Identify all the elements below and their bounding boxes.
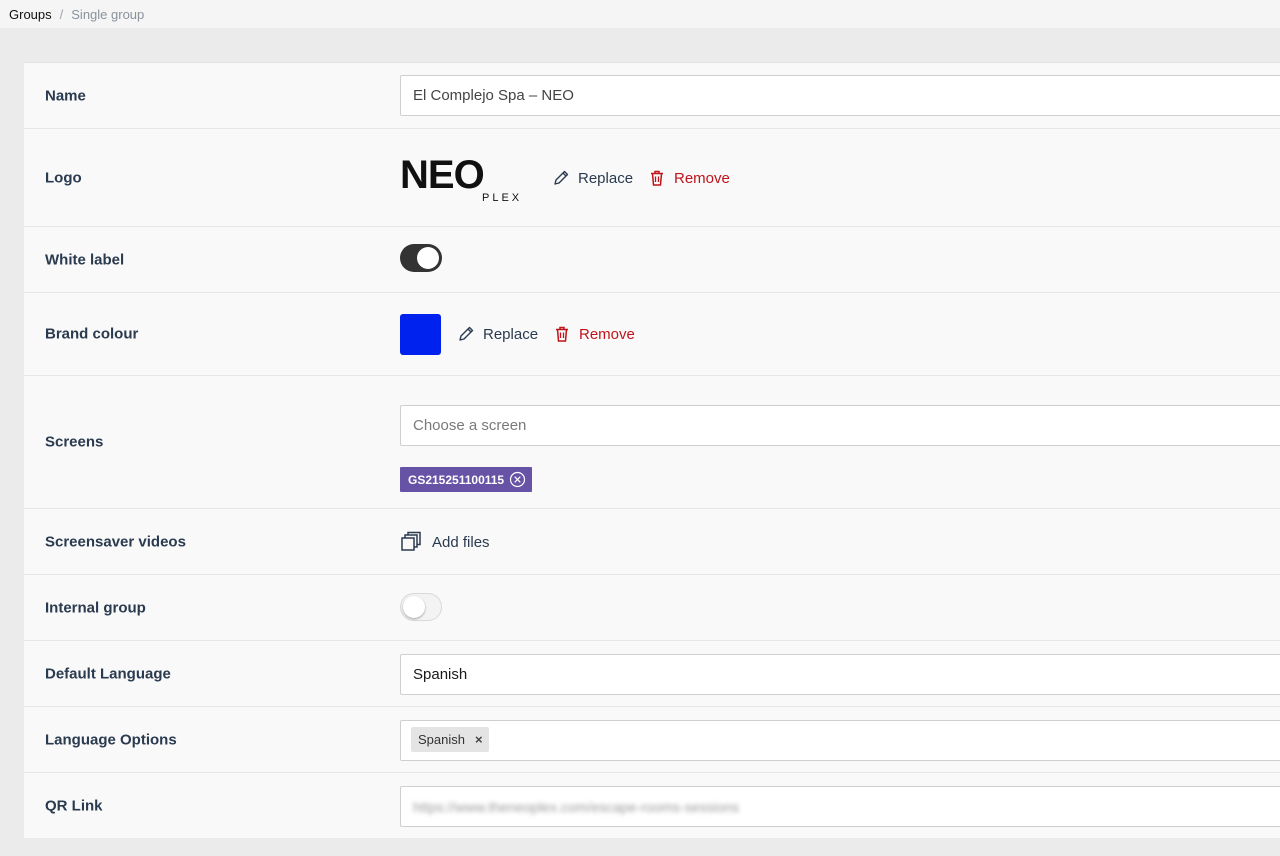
qr-link-label: QR Link — [45, 797, 103, 815]
screensaver-videos-label: Screensaver videos — [45, 533, 186, 550]
brand-colour-replace-button[interactable]: Replace — [457, 325, 538, 343]
screen-chip: GS215251100115 — [400, 467, 533, 492]
language-options-label: Language Options — [45, 731, 177, 748]
brand-colour-replace-label: Replace — [483, 325, 539, 343]
pencil-icon — [459, 326, 474, 341]
trash-icon — [556, 326, 568, 342]
white-label-label: White label — [45, 251, 125, 268]
qr-link-value: https://www.theneoplex.com/escape-rooms-… — [413, 798, 740, 815]
internal-group-row: Internal group — [24, 575, 1280, 641]
internal-group-toggle[interactable] — [400, 593, 442, 621]
pencil-icon — [554, 170, 569, 185]
screen-select[interactable]: Choose a screen — [400, 405, 1280, 446]
language-options-row: Language Options Spanish × — [24, 707, 1280, 773]
white-label-toggle[interactable] — [400, 244, 442, 272]
default-language-label: Default Language — [45, 665, 171, 682]
logo-brand-sub: PLEX — [482, 192, 522, 203]
breadcrumb-separator: / — [59, 6, 64, 22]
breadcrumb: Groups / Single group — [0, 0, 1280, 28]
name-label: Name — [45, 87, 86, 104]
default-language-select[interactable]: Spanish — [400, 654, 1280, 695]
brand-colour-label: Brand colour — [45, 325, 139, 343]
brand-colour-remove-label: Remove — [579, 325, 635, 343]
logo-remove-button[interactable]: Remove — [648, 169, 730, 187]
qr-link-row: QR Link https://www.theneoplex.com/escap… — [24, 773, 1280, 839]
logo-replace-button[interactable]: Replace — [552, 169, 633, 187]
brand-colour-remove-button[interactable]: Remove — [553, 325, 635, 343]
add-files-button[interactable]: Add files — [400, 531, 490, 553]
close-circle-icon[interactable] — [509, 471, 526, 488]
group-form: Name El Complejo Spa – NEO Logo NEO PLEX… — [24, 62, 1280, 838]
toggle-knob — [417, 247, 439, 269]
logo-remove-label: Remove — [674, 169, 730, 187]
name-input[interactable]: El Complejo Spa – NEO — [400, 75, 1280, 116]
internal-group-label: Internal group — [45, 599, 146, 616]
white-label-row: White label — [24, 227, 1280, 293]
language-options-select[interactable]: Spanish × — [400, 720, 1280, 761]
language-chip-remove-icon[interactable]: × — [475, 732, 483, 747]
trash-icon — [651, 170, 663, 186]
qr-link-input[interactable]: https://www.theneoplex.com/escape-rooms-… — [400, 786, 1280, 827]
brand-colour-row: Brand colour Replace Remove — [24, 293, 1280, 376]
logo-brand-text: NEO — [400, 155, 484, 197]
screens-row: Screens Choose a screen GS215251100115 — [24, 376, 1280, 509]
breadcrumb-groups-link[interactable]: Groups — [9, 7, 52, 22]
toggle-knob — [403, 596, 425, 618]
logo-label: Logo — [45, 169, 82, 186]
default-language-row: Default Language Spanish — [24, 641, 1280, 707]
copy-files-icon — [401, 531, 421, 551]
breadcrumb-current: Single group — [71, 6, 145, 22]
name-row: Name El Complejo Spa – NEO — [24, 63, 1280, 129]
brand-colour-swatch[interactable] — [400, 314, 441, 355]
screensaver-videos-row: Screensaver videos Add files — [24, 509, 1280, 575]
language-chip-label: Spanish — [418, 732, 465, 747]
screen-chip-label: GS215251100115 — [408, 472, 505, 487]
logo-row: Logo NEO PLEX Replace Remove — [24, 129, 1280, 227]
neoplex-logo: NEO PLEX — [400, 155, 522, 203]
language-chip: Spanish × — [411, 727, 489, 752]
screens-label: Screens — [45, 433, 104, 451]
add-files-label: Add files — [432, 533, 490, 551]
logo-replace-label: Replace — [578, 169, 634, 187]
